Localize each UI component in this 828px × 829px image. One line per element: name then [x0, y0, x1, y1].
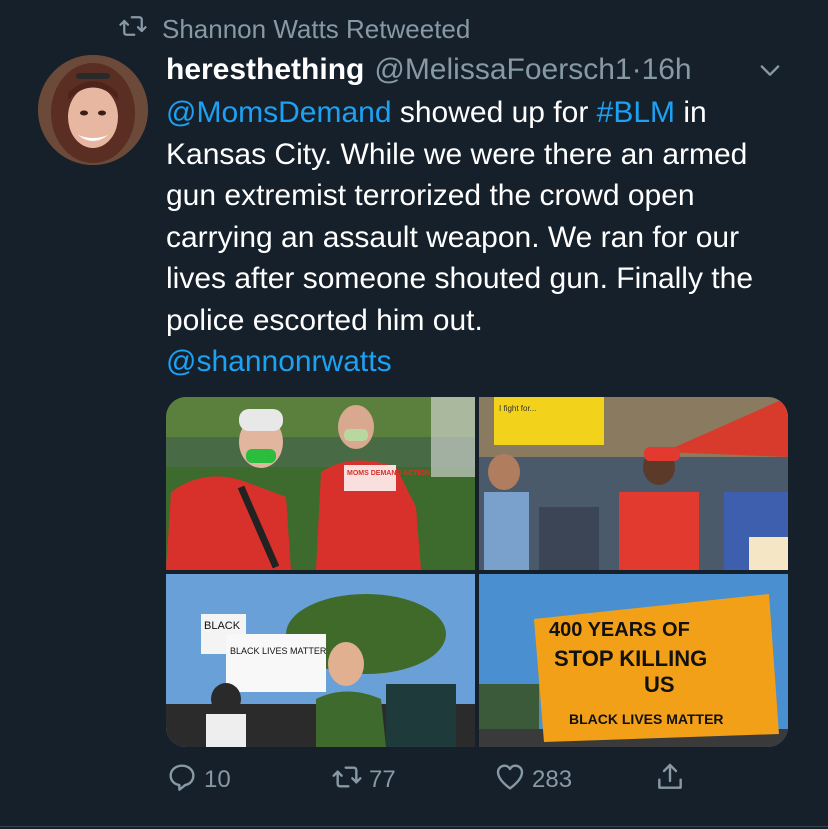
like-count: 283	[532, 766, 573, 793]
photo3-sign-b: BLACK LIVES MATTER	[230, 646, 327, 656]
display-name[interactable]: heresthething	[166, 53, 364, 87]
caret-down-icon[interactable]	[756, 56, 784, 84]
share-icon	[654, 761, 686, 800]
avatar[interactable]	[38, 55, 148, 165]
timestamp[interactable]: 16h	[642, 53, 692, 87]
retweet-notice-text: Shannon Watts Retweeted	[162, 13, 471, 44]
photo4-sign-line2: STOP KILLING	[554, 646, 707, 671]
reply-icon	[166, 761, 198, 800]
reply-count: 10	[204, 766, 231, 793]
heart-icon	[494, 761, 526, 800]
photo-protesters-red-shirts[interactable]: MOMS DEMAND ACTION	[166, 397, 475, 570]
separator: ·	[631, 53, 642, 86]
tweet-text: @MomsDemand showed up for #BLM in Kansas…	[166, 92, 786, 383]
tweet-text-part1: showed up for	[391, 96, 597, 129]
tweet-actions: 10 77 283	[166, 758, 696, 802]
photo3-sign-a: BLACK	[204, 620, 241, 632]
photo1-shirt-text: MOMS DEMAND ACTION	[347, 470, 430, 477]
divider	[0, 826, 828, 827]
photo4-sign-line1: 400 YEARS OF	[549, 619, 690, 641]
tweet-text-part2: in Kansas City. While we were there an a…	[166, 96, 754, 337]
retweet-button[interactable]: 77	[331, 758, 396, 802]
photo-rally-speaker[interactable]: I fight for...	[479, 397, 788, 570]
share-button[interactable]	[654, 758, 686, 802]
retweet-notice[interactable]: Shannon Watts Retweeted	[118, 12, 470, 46]
photo-stop-killing-us-sign[interactable]: 400 YEARS OF STOP KILLING US BLACK LIVES…	[479, 574, 788, 747]
media-grid: MOMS DEMAND ACTION I fight for... BLACK …	[166, 397, 788, 747]
photo2-sign-text: I fight for...	[499, 404, 536, 413]
retweet-icon	[118, 11, 148, 48]
photo-black-lives-matter-signs[interactable]: BLACK BLACK LIVES MATTER	[166, 574, 475, 747]
photo4-sign-line4: BLACK LIVES MATTER	[569, 711, 724, 727]
like-button[interactable]: 283	[494, 758, 572, 802]
tweet-header: heresthething @MelissaFoersch1 · 16h	[166, 50, 788, 90]
hashtag-blm[interactable]: #BLM	[597, 96, 675, 129]
retweet-icon	[331, 761, 363, 800]
reply-button[interactable]: 10	[166, 758, 231, 802]
photo4-sign-line3: US	[644, 672, 675, 697]
user-handle[interactable]: @MelissaFoersch1	[374, 53, 631, 87]
retweet-count: 77	[369, 766, 396, 793]
mention-shannonrwatts[interactable]: @shannonrwatts	[166, 345, 392, 378]
mention-momsdemand[interactable]: @MomsDemand	[166, 96, 392, 129]
